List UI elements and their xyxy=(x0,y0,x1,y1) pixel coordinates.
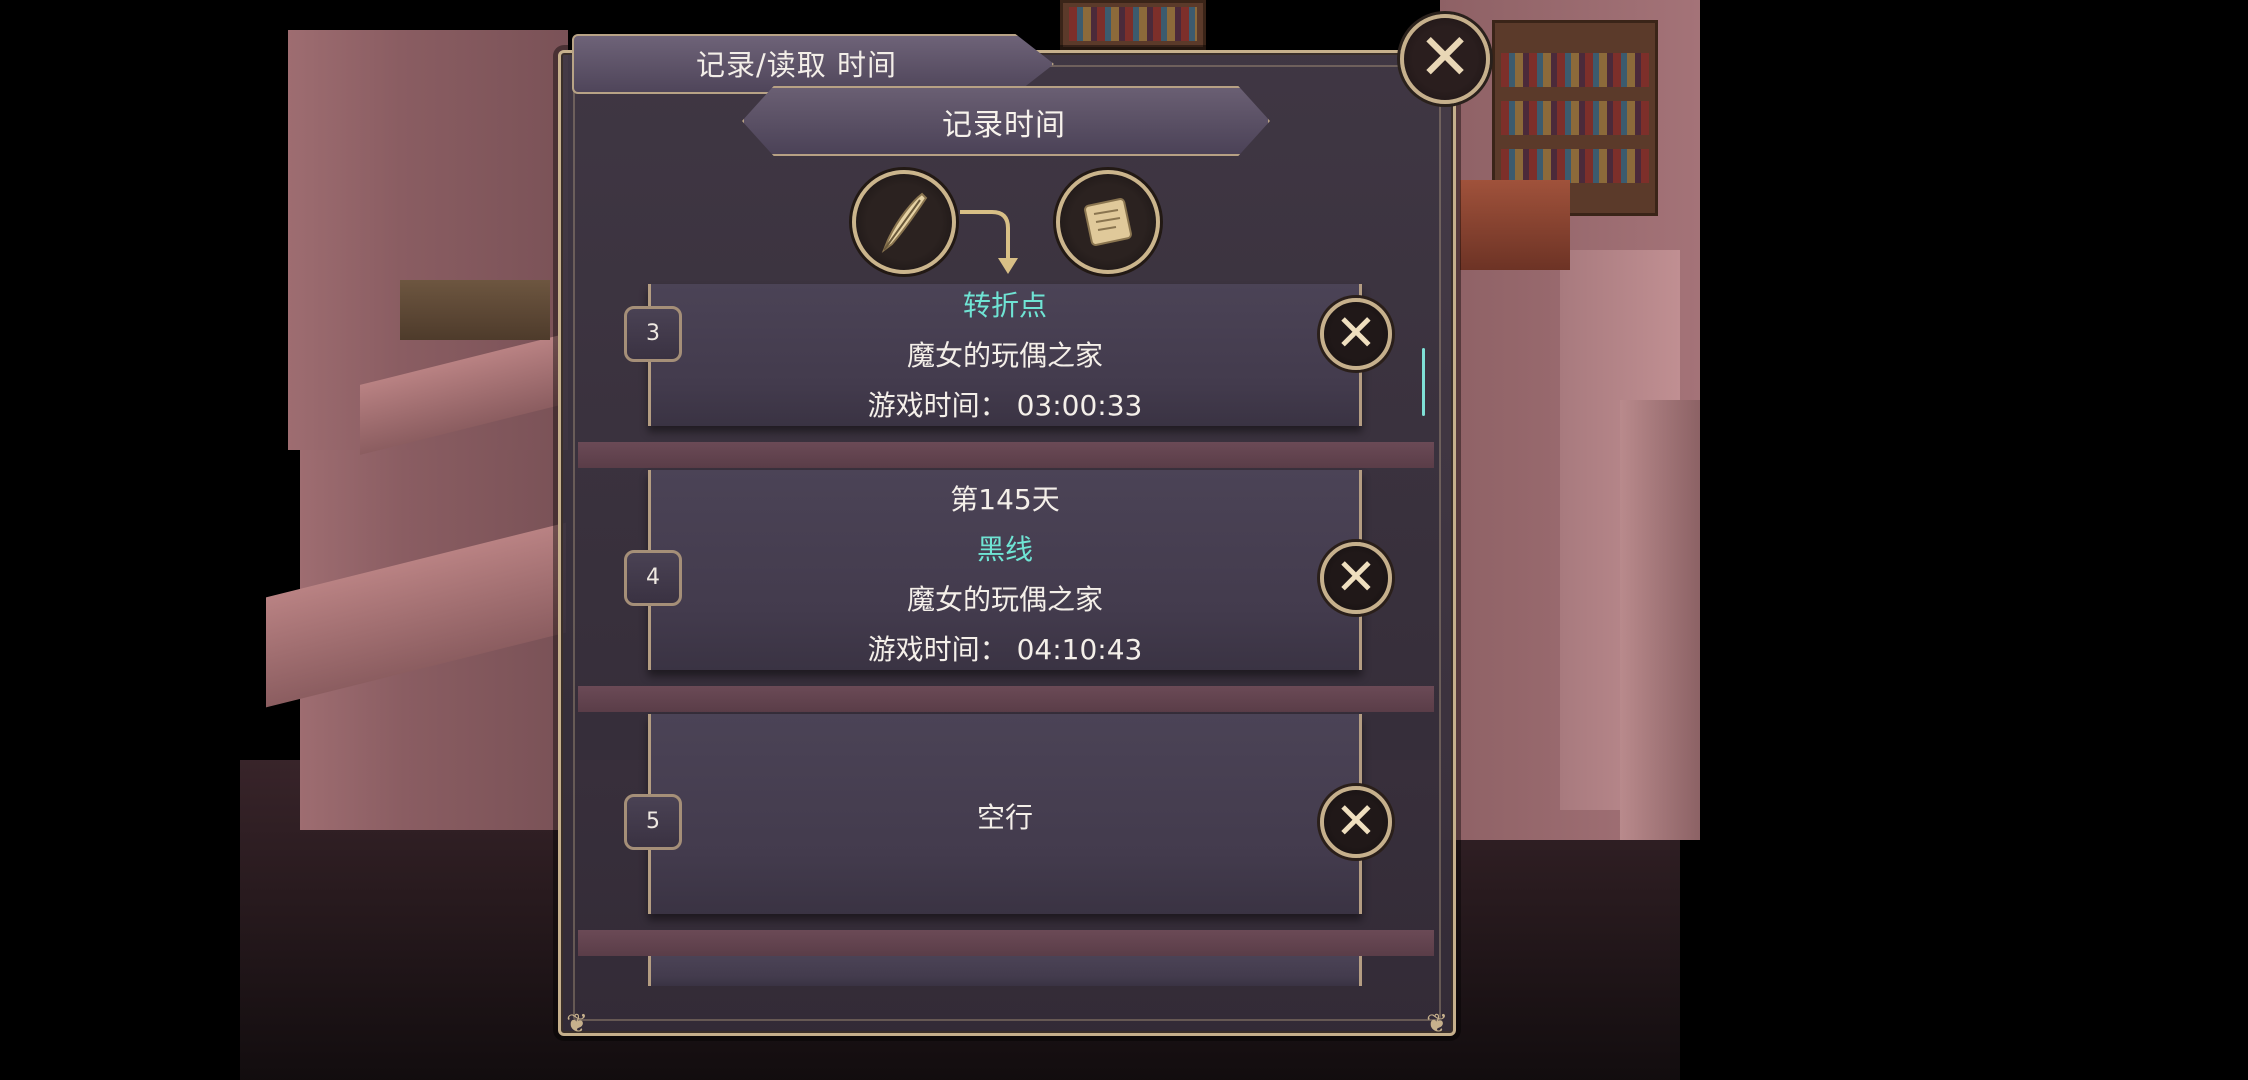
slot-number-badge: 4 xyxy=(624,550,682,606)
curved-arrow-icon xyxy=(960,210,1018,274)
dialog-title: 记录/读取 时间 xyxy=(696,48,897,82)
close-icon: ✕ xyxy=(1335,304,1377,362)
desk xyxy=(400,280,550,340)
close-icon: ✕ xyxy=(1335,792,1377,850)
top-bookshelf xyxy=(1060,0,1206,50)
corner-ornament-right: ❦ xyxy=(1426,1009,1448,1039)
close-icon: ✕ xyxy=(1335,548,1377,606)
slot-divider xyxy=(578,442,1434,468)
slot-playtime: 游戏时间： 03:00:33 xyxy=(867,389,1143,422)
mode-title: 记录时间 xyxy=(942,108,1066,143)
list-scrollbar[interactable] xyxy=(1422,348,1425,416)
scroll-icon[interactable] xyxy=(1056,170,1160,274)
slot-number-badge: 3 xyxy=(624,306,682,362)
slot-location: 魔女的玩偶之家 xyxy=(906,583,1103,616)
slot-location: 魔女的玩偶之家 xyxy=(906,339,1103,372)
close-dialog-button[interactable]: ✕ xyxy=(1400,14,1490,104)
slot-day: 第145天 xyxy=(950,483,1060,516)
slot-empty-label: 空行 xyxy=(976,801,1033,834)
book-stack xyxy=(1460,180,1570,270)
slot-tag: 转折点 xyxy=(962,289,1047,322)
slot-divider xyxy=(578,686,1434,712)
slot-tag: 黑线 xyxy=(976,533,1033,566)
save-slot-empty[interactable]: 空行 xyxy=(648,714,1362,914)
slot-divider xyxy=(578,930,1434,956)
right-pillar-2 xyxy=(1620,400,1700,840)
delete-slot-button[interactable]: ✕ xyxy=(1320,542,1392,614)
save-slot[interactable]: 转折点 魔女的玩偶之家 游戏时间： 03:00:33 xyxy=(648,284,1362,426)
delete-slot-button[interactable]: ✕ xyxy=(1320,786,1392,858)
corner-ornament-left: ❦ xyxy=(566,1009,588,1039)
close-icon: ✕ xyxy=(1418,21,1472,95)
save-slot-partial[interactable] xyxy=(648,956,1362,986)
slot-playtime: 游戏时间： 04:10:43 xyxy=(867,633,1143,666)
quill-icon[interactable] xyxy=(852,170,956,274)
delete-slot-button[interactable]: ✕ xyxy=(1320,298,1392,370)
save-slot[interactable]: 第145天 黑线 魔女的玩偶之家 游戏时间： 04:10:43 xyxy=(648,470,1362,670)
slot-number-badge: 5 xyxy=(624,794,682,850)
